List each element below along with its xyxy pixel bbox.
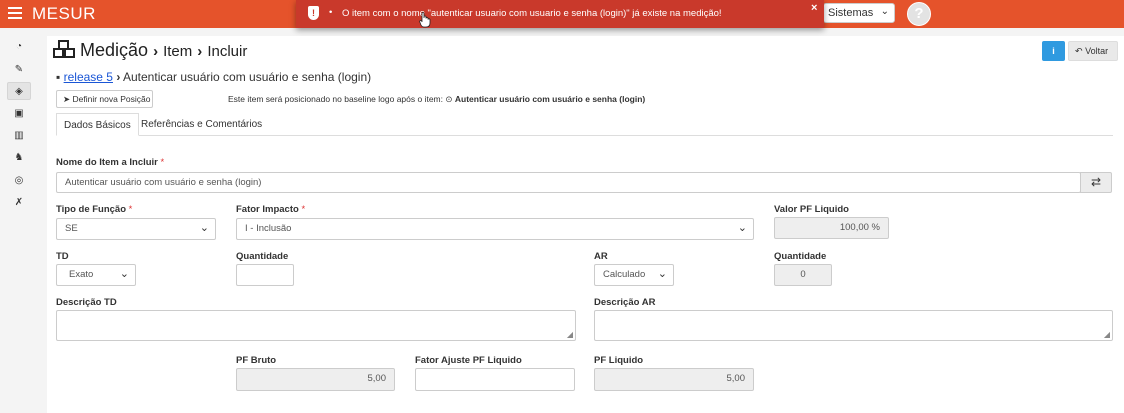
- sidebar-wrench-icon[interactable]: ✗: [7, 194, 31, 212]
- pf-bruto-label: PF Bruto: [236, 355, 277, 366]
- toast-message: O item com o nome "autenticar usuario co…: [342, 8, 722, 19]
- systems-select[interactable]: Sistemas ⌄: [823, 3, 895, 23]
- position-item: Autenticar usuário com usuário e senha (…: [454, 94, 646, 104]
- sidebar-pencil-icon[interactable]: ✎: [7, 61, 31, 79]
- chevron-down-icon: ⌄: [119, 268, 129, 280]
- quantidade-td-label: Quantidade: [236, 251, 289, 262]
- chevron-down-icon: ⌄: [737, 222, 747, 234]
- tab-dados-basicos[interactable]: Dados Básicos: [56, 113, 139, 136]
- tipo-funcao-select[interactable]: SE ⌄: [56, 218, 216, 240]
- required-mark: *: [128, 204, 133, 215]
- chevron-down-icon: ⌄: [657, 268, 667, 280]
- pf-liquido-field: 5,00: [594, 368, 754, 391]
- nome-item-label: Nome do Item a Incluir *: [56, 157, 164, 168]
- user-avatar-icon[interactable]: ?: [907, 2, 931, 26]
- info-button[interactable]: i: [1042, 41, 1065, 61]
- descricao-ar-label: Descrição AR: [594, 297, 656, 308]
- sidebar-bank-icon[interactable]: ▥: [7, 127, 31, 145]
- td-select[interactable]: Exato ⌄: [56, 264, 136, 286]
- back-button-label: Voltar: [1085, 46, 1109, 56]
- sidebar-dashboard-icon[interactable]: ◔: [7, 38, 31, 56]
- back-arrow-icon: ↶: [1075, 46, 1083, 56]
- nome-item-label-text: Nome do Item a Incluir: [56, 157, 158, 168]
- define-position-label: Definir nova Posição: [72, 94, 151, 104]
- fator-ajuste-input[interactable]: [415, 368, 575, 391]
- required-mark: *: [301, 204, 306, 215]
- toast-bullet: •: [329, 7, 333, 18]
- descricao-td-textarea[interactable]: ◢: [56, 310, 576, 341]
- mouse-cursor-icon: [419, 12, 431, 28]
- hamburger-menu-icon[interactable]: [8, 7, 22, 19]
- td-label: TD: [56, 251, 69, 262]
- sidebar-target-icon[interactable]: ◎: [7, 172, 31, 190]
- required-mark: *: [160, 157, 165, 168]
- item-title: Autenticar usuário com usuário e senha (…: [123, 70, 372, 84]
- tab-referencias[interactable]: Referências e Comentários: [134, 113, 269, 136]
- descricao-td-label: Descrição TD: [56, 297, 117, 308]
- radio-dot-icon: ⊙: [445, 94, 453, 104]
- back-button[interactable]: ↶ Voltar: [1068, 41, 1118, 61]
- breadcrumb-incluir: Incluir: [207, 43, 248, 60]
- shield-alert-icon: !: [308, 6, 319, 20]
- systems-select-value: Sistemas: [828, 7, 874, 19]
- valor-pf-liquido-field: 100,00 %: [774, 217, 889, 239]
- release-link[interactable]: release 5: [64, 70, 113, 84]
- chevron-down-icon: ⌄: [880, 6, 889, 17]
- cube-icon: ▪: [56, 70, 61, 84]
- descricao-ar-textarea[interactable]: ◢: [594, 310, 1113, 341]
- position-note-text: Este item será posicionado no baseline l…: [228, 94, 443, 104]
- quantidade-td-input[interactable]: [236, 264, 294, 286]
- quantidade-ar-label: Quantidade: [774, 251, 827, 262]
- fator-ajuste-label: Fator Ajuste PF Liquido: [415, 355, 522, 366]
- cubes-icon: [53, 40, 75, 58]
- fator-impacto-label-text: Fator Impacto: [236, 204, 299, 215]
- pf-bruto-field: 5,00: [236, 368, 395, 391]
- chevron-right-icon: ›: [197, 43, 203, 60]
- ar-value: Calculado: [603, 269, 646, 280]
- sidebar-sitemap-icon[interactable]: ♞: [7, 149, 31, 167]
- fator-impacto-select[interactable]: I - Inclusão ⌄: [236, 218, 754, 240]
- quantidade-ar-field: 0: [774, 264, 832, 286]
- sidebar: ◔ ✎ ◈ ▣ ▥ ♞ ◎ ✗: [0, 28, 39, 413]
- location-arrow-icon: ➤: [63, 94, 71, 104]
- tab-bar: Dados Básicos Referências e Comentários: [56, 113, 1113, 136]
- valor-pf-liquido-label: Valor PF Liquido: [774, 204, 849, 215]
- item-context-breadcrumb: ▪ release 5 › Autenticar usuário com usu…: [56, 70, 371, 84]
- fator-impacto-label: Fator Impacto *: [236, 204, 305, 215]
- tipo-funcao-value: SE: [65, 223, 78, 234]
- position-note: Este item será posicionado no baseline l…: [228, 94, 645, 105]
- resize-grip-icon[interactable]: ◢: [567, 330, 573, 339]
- page-title: Medição › Item › Incluir: [53, 40, 247, 61]
- sidebar-cubes-icon[interactable]: ◈: [7, 82, 31, 100]
- resize-grip-icon[interactable]: ◢: [1104, 330, 1110, 339]
- ar-label: AR: [594, 251, 608, 262]
- tipo-funcao-label-text: Tipo de Função: [56, 204, 127, 215]
- sidebar-image-icon[interactable]: ▣: [7, 105, 31, 123]
- pf-liquido-label: PF Liquido: [594, 355, 644, 366]
- define-position-button[interactable]: ➤ Definir nova Posição: [56, 90, 153, 108]
- chevron-down-icon: ⌄: [199, 222, 209, 234]
- chevron-right-icon: ›: [153, 43, 159, 60]
- ar-select[interactable]: Calculado ⌄: [594, 264, 674, 286]
- title-medicao: Medição: [80, 40, 149, 60]
- td-value: Exato: [69, 269, 94, 280]
- brand-logo[interactable]: MESUR: [32, 4, 96, 24]
- chevron-right-icon: ›: [116, 70, 121, 84]
- tipo-funcao-label: Tipo de Função *: [56, 204, 132, 215]
- fator-impacto-value: I - Inclusão: [245, 223, 292, 234]
- error-toast: ! • O item com o nome "autenticar usuari…: [296, 0, 824, 28]
- nome-item-input[interactable]: Autenticar usuário com usuário e senha (…: [56, 172, 1081, 193]
- swap-arrows-icon[interactable]: ⇄: [1080, 172, 1112, 193]
- breadcrumb-item: Item: [163, 43, 193, 60]
- toast-close-button[interactable]: ×: [811, 2, 817, 14]
